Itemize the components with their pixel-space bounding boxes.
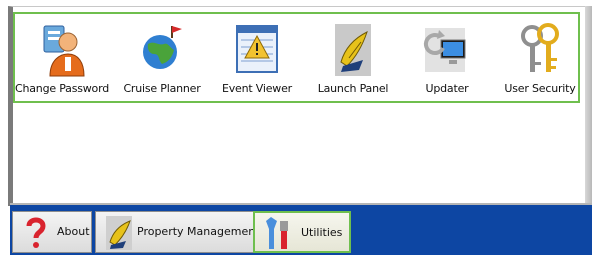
tool-label: Cruise Planner xyxy=(123,82,201,95)
utilities-launch-bar: Change Password Cruise Planner Event Vie… xyxy=(13,12,580,103)
tool-label: Launch Panel xyxy=(317,82,389,95)
tool-label: Change Password xyxy=(15,82,109,95)
window-edge xyxy=(585,6,592,206)
tray-tab-property-management[interactable]: Property Management xyxy=(95,211,260,253)
tray-tab-label: Utilities xyxy=(301,226,343,239)
cruise-planner-button[interactable]: Cruise Planner xyxy=(119,14,205,101)
event-viewer-icon xyxy=(236,25,278,73)
change-password-button[interactable]: Change Password xyxy=(15,14,109,101)
launch-panel-button[interactable]: Launch Panel xyxy=(313,14,393,101)
utilities-icon xyxy=(266,217,288,249)
tool-label: Event Viewer xyxy=(221,82,292,95)
launch-panel-icon xyxy=(335,24,371,76)
tool-label: Updater xyxy=(425,82,469,95)
tool-label: User Security xyxy=(504,82,576,95)
user-security-icon xyxy=(521,23,559,72)
property-management-icon xyxy=(106,216,132,250)
updater-button[interactable]: Updater xyxy=(413,14,481,101)
about-icon xyxy=(26,217,46,248)
tray-tab-utilities[interactable]: Utilities xyxy=(253,211,351,253)
module-tray: About Property Management Utilities xyxy=(10,203,592,255)
tray-tab-about[interactable]: About xyxy=(12,211,92,253)
user-security-button[interactable]: User Security xyxy=(499,14,581,101)
tray-tab-label: Property Management xyxy=(137,225,260,238)
cruise-planner-icon xyxy=(143,26,182,69)
tray-tab-label: About xyxy=(57,225,90,238)
change-password-icon xyxy=(43,25,85,77)
event-viewer-button[interactable]: Event Viewer xyxy=(217,14,297,101)
updater-icon xyxy=(423,28,466,72)
